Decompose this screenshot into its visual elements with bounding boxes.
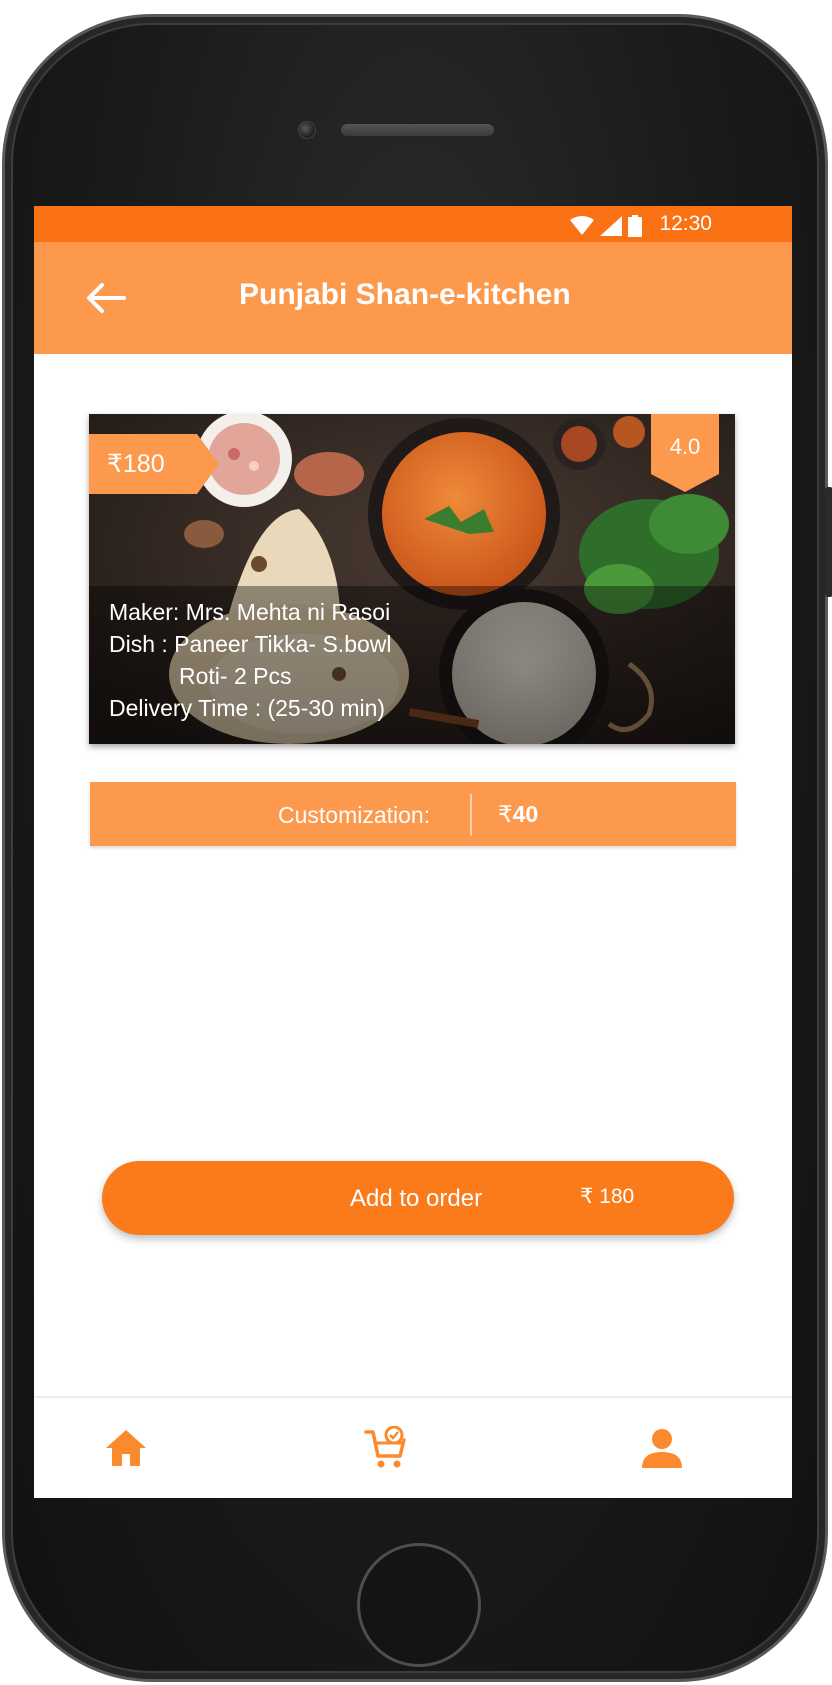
rating-badge: 4.0 [651,414,719,492]
nav-cart[interactable] [364,1426,408,1470]
customization-amount: 40 [512,801,539,827]
home-icon [106,1430,146,1466]
status-bar: 12:30 [34,206,792,242]
currency-symbol: ₹ [498,801,513,827]
maker-text: Maker: Mrs. Mehta ni Rasoi [109,599,391,625]
food-card[interactable]: ₹180 4.0 Maker: Mrs. Mehta ni Rasoi Dish… [89,414,735,744]
status-icons [570,215,642,237]
bottom-navigation [34,1396,792,1498]
app-bar: Punjabi Shan-e-kitchen [34,242,792,354]
wifi-icon [570,216,594,235]
add-to-order-button[interactable]: Add to order ₹ 180 [102,1161,734,1235]
home-button[interactable] [357,1543,481,1667]
customization-price: ₹40 [498,801,538,828]
delivery-time-text: Delivery Time : (25-30 min) [109,695,386,721]
status-time: 12:30 [659,212,712,235]
customization-bar[interactable]: Customization: ₹40 [90,782,736,846]
dish-info-overlay: Maker: Mrs. Mehta ni Rasoi Dish : Paneer… [89,586,735,744]
price-tag: ₹180 [89,434,219,494]
nav-home[interactable] [104,1426,148,1470]
cart-check-icon [364,1426,406,1468]
phone-side-button [825,487,832,597]
front-camera [298,121,316,139]
customization-divider [470,794,472,836]
battery-icon [628,215,642,237]
user-icon [642,1429,682,1468]
back-arrow-icon[interactable] [84,276,128,320]
nav-profile[interactable] [640,1426,684,1470]
customization-label: Customization: [278,802,431,828]
dish-text-secondary: Roti- 2 Pcs [179,663,292,689]
earpiece-speaker [340,123,495,137]
add-to-order-price: ₹ 180 [580,1185,635,1208]
add-to-order-label: Add to order [350,1185,483,1212]
signal-icon [600,216,622,236]
app-screen: 12:30 Punjabi Shan-e-kitchen ₹180 4.0 Ma… [34,206,792,1498]
dish-text: Dish : Paneer Tikka- S.bowl [109,631,392,657]
page-title: Punjabi Shan-e-kitchen [239,278,571,311]
